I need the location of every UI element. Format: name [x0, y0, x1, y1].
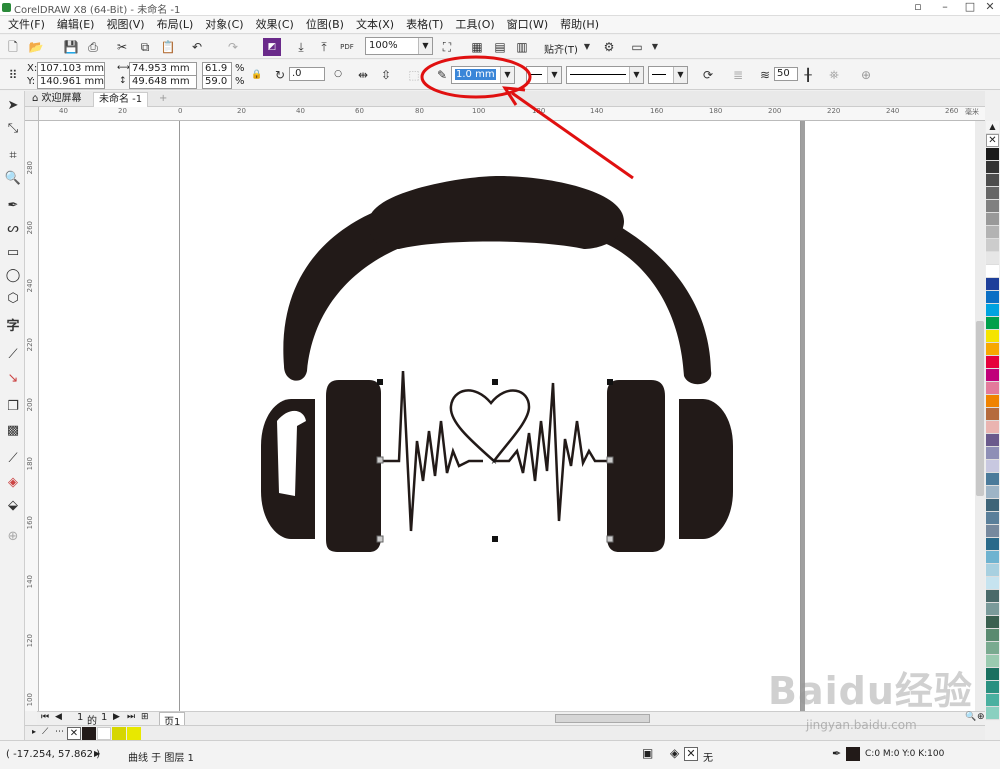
scrollbar-thumb[interactable] [976, 321, 984, 496]
palette-swatch[interactable] [986, 525, 999, 538]
status-bar: ( -17.254, 57.862 ) ▶ 曲线 于 图层 1 ▣ ◈ ✕ 无 … [0, 740, 1000, 769]
annotation-overlay [420, 55, 634, 180]
outline-info: 无 [703, 753, 713, 764]
palette-swatch[interactable] [986, 707, 999, 720]
doc-swatch-black[interactable] [82, 727, 96, 740]
palette-swatch[interactable] [986, 252, 999, 265]
palette-swatch[interactable] [986, 200, 999, 213]
palette-swatch[interactable] [986, 564, 999, 577]
palette-swatch[interactable] [986, 369, 999, 382]
doc-swatch-yellow[interactable] [112, 727, 126, 740]
watermark-url: jingyan.baidu.com [806, 718, 917, 732]
pen-nib-icon: ✒ [832, 747, 842, 760]
doc-swatch-white[interactable] [97, 727, 111, 740]
palette-swatch[interactable] [986, 460, 999, 473]
palette-swatch[interactable] [986, 668, 999, 681]
doc-palette-options-icon[interactable]: ⋯ [55, 727, 64, 737]
palette-swatch[interactable] [986, 590, 999, 603]
palette-swatch[interactable] [986, 317, 999, 330]
palette-swatch[interactable] [986, 447, 999, 460]
palette-swatch[interactable] [986, 694, 999, 707]
page-next-icon[interactable]: ▶ [113, 712, 120, 722]
color-palette: ▲ ✕ [985, 121, 1000, 721]
horizontal-scrollbar-thumb[interactable] [555, 714, 650, 723]
palette-scroll-up-icon[interactable]: ▲ [986, 121, 999, 134]
annotation-arrow-line [511, 91, 634, 180]
palette-swatch[interactable] [986, 616, 999, 629]
palette-swatch[interactable] [986, 226, 999, 239]
palette-swatch[interactable] [986, 512, 999, 525]
palette-swatch[interactable] [986, 187, 999, 200]
palette-swatch[interactable] [986, 395, 999, 408]
cursor-coordinates: ( -17.254, 57.862 ) [6, 749, 101, 760]
palette-swatch[interactable] [986, 642, 999, 655]
palette-swatch[interactable] [986, 343, 999, 356]
page-last-icon[interactable]: ⏭ [127, 712, 135, 722]
palette-swatch[interactable] [986, 161, 999, 174]
palette-swatch[interactable] [986, 655, 999, 668]
color-management-icon[interactable]: ▣ [642, 746, 653, 760]
palette-swatch[interactable] [986, 174, 999, 187]
palette-swatch[interactable] [986, 486, 999, 499]
highlight-circle [420, 55, 532, 99]
page-total: 1 [101, 712, 108, 723]
doc-palette-menu-icon[interactable]: ▸ [32, 727, 36, 736]
palette-swatch[interactable] [986, 265, 999, 278]
doc-swatch-yellow-2[interactable] [127, 727, 141, 740]
palette-swatch[interactable] [986, 330, 999, 343]
palette-swatch[interactable] [986, 291, 999, 304]
palette-swatch[interactable] [986, 304, 999, 317]
fill-bucket-icon[interactable]: ◈ [670, 746, 679, 760]
no-color-swatch[interactable]: ✕ [67, 727, 81, 740]
palette-swatch[interactable] [986, 408, 999, 421]
palette-swatch[interactable] [986, 473, 999, 486]
palette-swatch[interactable] [986, 421, 999, 434]
palette-swatch[interactable] [986, 603, 999, 616]
palette-swatch[interactable] [986, 213, 999, 226]
play-icon: ▶ [94, 749, 101, 758]
page-current: 1 [77, 712, 84, 723]
object-info: 曲线 于 图层 1 [128, 753, 194, 764]
palette-swatch[interactable] [986, 148, 999, 161]
palette-swatch[interactable] [986, 239, 999, 252]
page-first-icon[interactable]: ⏮ [41, 712, 49, 722]
palette-swatch[interactable] [986, 577, 999, 590]
eyedropper-icon[interactable]: ⟋ [42, 727, 48, 737]
palette-swatch[interactable] [986, 499, 999, 512]
watermark-logo: Baidu经验 [768, 669, 973, 713]
palette-swatch[interactable] [986, 551, 999, 564]
palette-swatch[interactable] [986, 434, 999, 447]
no-color-swatch[interactable]: ✕ [986, 134, 999, 147]
palette-swatch[interactable] [986, 278, 999, 291]
navigator-icon[interactable]: ⊕ [977, 712, 985, 722]
page-prev-icon[interactable]: ◀ [55, 712, 62, 722]
vertical-scrollbar[interactable] [975, 121, 985, 711]
add-page-icon[interactable]: ⊞ [141, 712, 149, 722]
palette-swatch[interactable] [986, 629, 999, 642]
palette-swatch[interactable] [986, 356, 999, 369]
palette-swatch[interactable] [986, 382, 999, 395]
no-outline-swatch: ✕ [684, 747, 698, 761]
palette-swatch[interactable] [986, 538, 999, 551]
fill-info: C:0 M:0 Y:0 K:100 [865, 749, 945, 759]
palette-swatch[interactable] [986, 681, 999, 694]
fill-color-swatch [846, 747, 860, 761]
